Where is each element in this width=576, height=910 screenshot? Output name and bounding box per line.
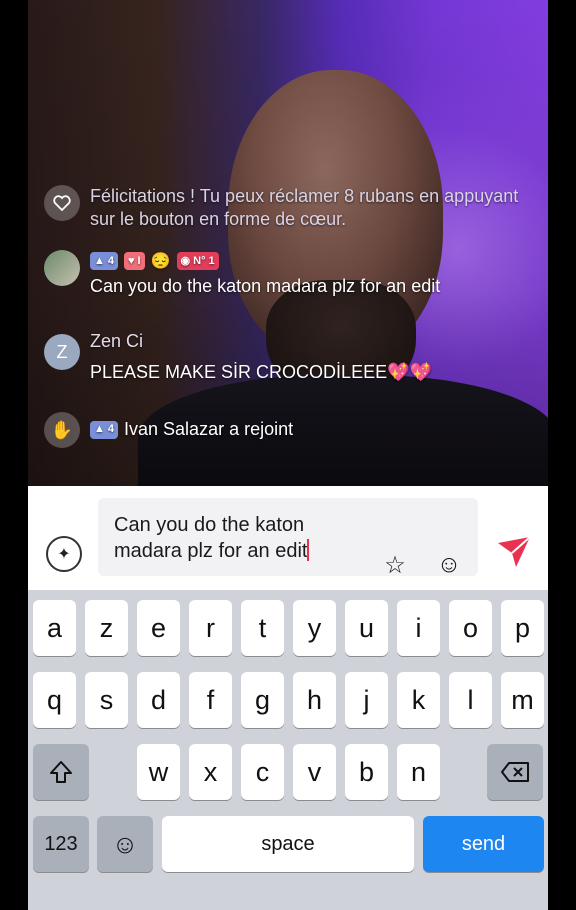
- shift-icon: [50, 761, 72, 783]
- space-key[interactable]: space: [162, 816, 414, 872]
- key-y[interactable]: y: [293, 600, 336, 656]
- fan-badge: ♥ I: [124, 252, 145, 270]
- comment-input-bar: ✦ Can you do the katon madara plz for an…: [28, 486, 548, 590]
- backspace-key[interactable]: [487, 744, 543, 800]
- text-caret: [307, 539, 310, 561]
- key-z[interactable]: z: [85, 600, 128, 656]
- chat-message-text: PLEASE MAKE SİR CROCODİLEEE💖💖: [90, 362, 432, 382]
- shift-key[interactable]: [33, 744, 89, 800]
- user-badges: ▲ 4 ♥ I 😔 ◉ N° 1: [90, 250, 440, 272]
- emoji-badge: 😔: [150, 252, 171, 270]
- key-m[interactable]: m: [501, 672, 544, 728]
- key-a[interactable]: a: [33, 600, 76, 656]
- chat-message-text: Can you do the katon madara plz for an e…: [90, 276, 441, 296]
- numbers-key[interactable]: 123: [33, 816, 89, 872]
- key-t[interactable]: t: [241, 600, 284, 656]
- key-r[interactable]: r: [189, 600, 232, 656]
- key-k[interactable]: k: [397, 672, 440, 728]
- key-p[interactable]: p: [501, 600, 544, 656]
- key-b[interactable]: b: [345, 744, 388, 800]
- key-w[interactable]: w: [137, 744, 180, 800]
- heart-icon: [44, 185, 80, 221]
- chat-join-message: ✋ ▲ 4 Ivan Salazar a rejoint: [44, 412, 293, 448]
- key-d[interactable]: d: [137, 672, 180, 728]
- gift-icon[interactable]: ☆: [380, 550, 410, 580]
- backspace-icon: [501, 762, 529, 782]
- keyboard: a z e r t y u i o p q s d f g h j k l m …: [28, 590, 548, 910]
- level-badge: ▲ 4: [90, 420, 119, 439]
- key-v[interactable]: v: [293, 744, 336, 800]
- send-icon[interactable]: [494, 533, 534, 571]
- key-j[interactable]: j: [345, 672, 388, 728]
- phone-screen: Félicitations ! Tu peux réclamer 8 ruban…: [28, 0, 548, 910]
- send-key[interactable]: send: [423, 816, 544, 872]
- sparkle-icon[interactable]: ✦: [46, 536, 82, 572]
- join-text: Ivan Salazar a rejoint: [124, 419, 294, 439]
- key-n[interactable]: n: [397, 744, 440, 800]
- key-g[interactable]: g: [241, 672, 284, 728]
- rank-badge: ◉ N° 1: [176, 252, 219, 270]
- key-s[interactable]: s: [85, 672, 128, 728]
- system-message-text: Félicitations ! Tu peux réclamer 8 ruban…: [90, 186, 519, 229]
- key-o[interactable]: o: [449, 600, 492, 656]
- user-name[interactable]: Zen Ci: [90, 330, 432, 353]
- chat-message[interactable]: ▲ 4 ♥ I 😔 ◉ N° 1 Can you do the katon ma…: [44, 250, 440, 298]
- key-e[interactable]: e: [137, 600, 180, 656]
- emoji-icon[interactable]: ☺: [434, 550, 464, 580]
- key-u[interactable]: u: [345, 600, 388, 656]
- key-f[interactable]: f: [189, 672, 232, 728]
- comment-input[interactable]: Can you do the katon madara plz for an e…: [98, 498, 478, 579]
- key-h[interactable]: h: [293, 672, 336, 728]
- key-c[interactable]: c: [241, 744, 284, 800]
- key-q[interactable]: q: [33, 672, 76, 728]
- home-indicator: [28, 890, 548, 910]
- live-chat: Félicitations ! Tu peux réclamer 8 ruban…: [28, 0, 548, 486]
- avatar[interactable]: Z: [44, 334, 80, 370]
- key-l[interactable]: l: [449, 672, 492, 728]
- key-i[interactable]: i: [397, 600, 440, 656]
- comment-input-text[interactable]: Can you do the katon madara plz for an e…: [114, 514, 307, 562]
- avatar[interactable]: [44, 250, 80, 286]
- emoji-key[interactable]: ☺: [97, 816, 153, 872]
- emoji-icon: ☺: [111, 828, 139, 859]
- chat-message[interactable]: Z Zen Ci PLEASE MAKE SİR CROCODİLEEE💖💖: [44, 330, 432, 384]
- level-badge: ▲ 4: [90, 252, 119, 270]
- key-x[interactable]: x: [189, 744, 232, 800]
- wave-icon: ✋: [44, 412, 80, 448]
- chat-message-system: Félicitations ! Tu peux réclamer 8 ruban…: [44, 185, 520, 231]
